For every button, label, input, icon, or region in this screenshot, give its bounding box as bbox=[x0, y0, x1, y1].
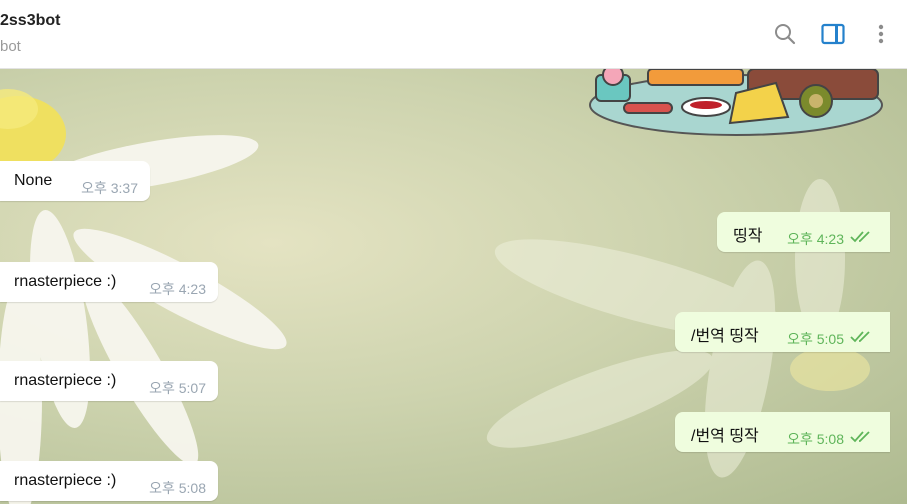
message-time: 오후 5:07 bbox=[149, 380, 206, 396]
message-in[interactable]: rnasterpiece :) 오후 5:08 bbox=[0, 461, 218, 501]
read-ticks-icon bbox=[850, 431, 870, 443]
sidebar-panel-icon[interactable] bbox=[820, 21, 846, 47]
message-time: 오후 4:23 bbox=[149, 281, 206, 297]
read-ticks-icon bbox=[850, 231, 870, 243]
message-text: /번역 띵작 bbox=[691, 428, 759, 445]
message-time: 오후 4:23 bbox=[787, 231, 844, 247]
message-text: rnasterpiece :) bbox=[14, 372, 117, 389]
message-out[interactable]: 띵작 오후 4:23 bbox=[717, 212, 890, 252]
message-text: /번역 띵작 bbox=[691, 328, 759, 345]
more-vert-icon[interactable] bbox=[868, 21, 894, 47]
message-text: 띵작 bbox=[733, 228, 763, 245]
search-icon[interactable] bbox=[772, 21, 798, 47]
message-in[interactable]: None 오후 3:37 bbox=[0, 161, 150, 201]
message-time: 오후 5:08 bbox=[149, 480, 206, 496]
message-time: 오후 3:37 bbox=[81, 180, 138, 196]
message-text: rnasterpiece :) bbox=[14, 273, 117, 290]
message-text: rnasterpiece :) bbox=[14, 472, 117, 489]
message-time: 오후 5:08 bbox=[787, 431, 844, 447]
message-in[interactable]: rnasterpiece :) 오후 5:07 bbox=[0, 361, 218, 401]
chat-title[interactable]: 2ss3bot bbox=[0, 12, 60, 30]
chat-background: None 오후 3:37 띵작 오후 4:23 rnasterpiece :) … bbox=[0, 69, 907, 504]
message-text: None bbox=[14, 172, 53, 189]
chat-header: 2ss3bot bot bbox=[0, 0, 907, 69]
message-out[interactable]: /번역 띵작 오후 5:05 bbox=[675, 312, 890, 352]
message-out[interactable]: /번역 띵작 오후 5:08 bbox=[675, 412, 890, 452]
message-in[interactable]: rnasterpiece :) 오후 4:23 bbox=[0, 262, 218, 302]
message-time: 오후 5:05 bbox=[787, 331, 844, 347]
chat-subtitle: bot bbox=[0, 38, 21, 55]
read-ticks-icon bbox=[850, 331, 870, 343]
sushi-platter-sticker[interactable] bbox=[588, 69, 888, 141]
